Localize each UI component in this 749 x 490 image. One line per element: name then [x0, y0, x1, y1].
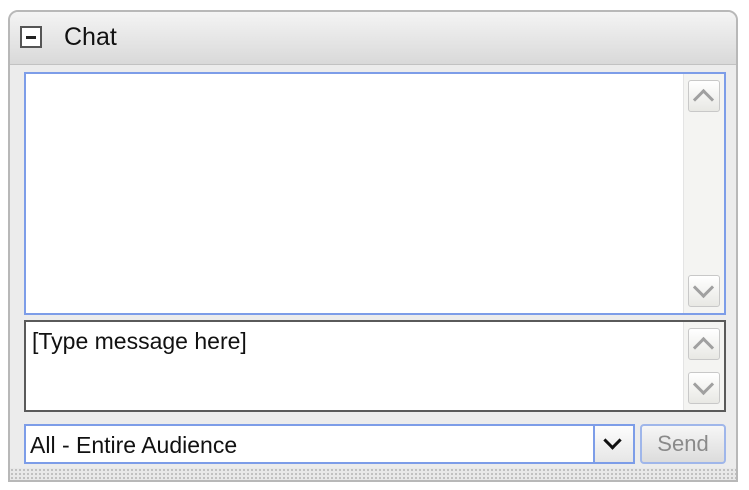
message-input[interactable]: [26, 322, 684, 410]
collapse-minus-icon[interactable]: [20, 26, 42, 48]
audience-dropdown-button[interactable]: [593, 426, 633, 462]
history-scroll-up-button[interactable]: [688, 80, 720, 112]
chevron-up-icon: [692, 88, 715, 111]
audience-selected-value: All - Entire Audience: [30, 432, 238, 458]
message-compose-box: [24, 320, 726, 412]
resize-grip[interactable]: [10, 468, 736, 480]
audience-select[interactable]: All - Entire Audience: [24, 424, 635, 464]
compose-scroll-up-button[interactable]: [688, 328, 720, 360]
panel-title: Chat: [64, 23, 117, 51]
chevron-down-icon: [692, 276, 715, 299]
chevron-down-icon: [603, 431, 622, 450]
compose-scrollbar[interactable]: [683, 322, 724, 410]
chevron-up-icon: [692, 336, 715, 359]
history-scrollbar[interactable]: [683, 74, 724, 313]
chat-panel: Chat All - Entire Audience Send: [8, 10, 738, 482]
chat-history[interactable]: [24, 72, 726, 315]
history-scroll-down-button[interactable]: [688, 275, 720, 307]
chat-header: Chat: [10, 12, 736, 65]
send-button[interactable]: Send: [640, 424, 726, 464]
chevron-down-icon: [692, 373, 715, 396]
compose-scroll-down-button[interactable]: [688, 372, 720, 404]
